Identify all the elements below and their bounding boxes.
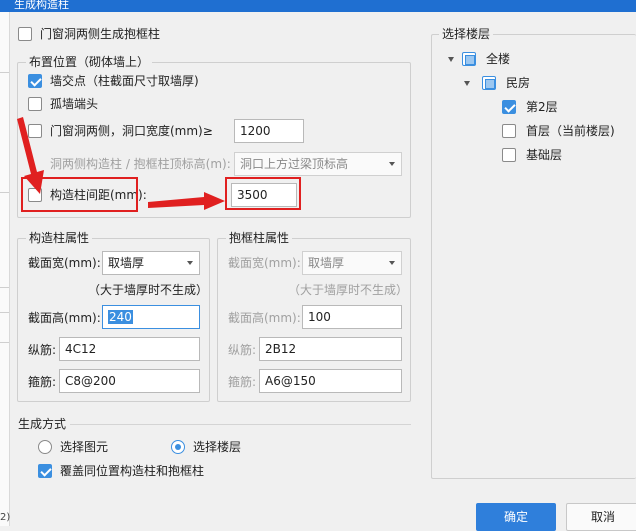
cancel-button[interactable]: 取消 <box>566 503 636 531</box>
wall-intersection-label: 墙交点（柱截面尺寸取墙厚) <box>50 74 199 88</box>
cc-section-height-label: 截面高(mm): <box>28 311 101 325</box>
tree-item-floor-2[interactable]: 第2层 <box>526 99 558 115</box>
mode-select-element-label: 选择图元 <box>60 440 109 454</box>
generation-title: 生成方式 <box>18 417 67 431</box>
chevron-down-icon <box>187 261 193 265</box>
cc-section-width-label: 截面宽(mm): <box>28 256 101 270</box>
annotation-highlight-box-spacing-value <box>225 177 301 210</box>
door-window-sides-label: 门窗洞两侧，洞口宽度(mm)≥ <box>50 124 213 138</box>
tree-item-residence[interactable]: 民房 <box>506 75 530 91</box>
fc-section-height-input[interactable]: 100 <box>302 305 402 329</box>
cc-section-width-value: 取墙厚 <box>108 256 145 270</box>
chevron-down-icon <box>389 162 395 166</box>
fc-section-width-label: 截面宽(mm): <box>228 256 301 270</box>
generation-divider <box>70 424 411 425</box>
construction-column-title: 构造柱属性 <box>26 231 93 245</box>
cc-section-width-select[interactable]: 取墙厚 <box>102 251 200 275</box>
strip-line <box>0 287 9 288</box>
frame-column-title: 抱框柱属性 <box>226 231 293 245</box>
top-elevation-value: 洞口上方过梁顶标高 <box>240 157 349 171</box>
cc-stirrup-input[interactable]: C8@200 <box>59 369 200 393</box>
floor-selection-title: 选择楼层 <box>439 27 494 41</box>
top-elevation-select[interactable]: 洞口上方过梁顶标高 <box>234 152 402 176</box>
tree-expand-icon[interactable] <box>448 57 454 62</box>
fc-long-rebar-input[interactable]: 2B12 <box>259 337 402 361</box>
mode-select-element-radio[interactable] <box>38 440 52 454</box>
overwrite-checkbox[interactable] <box>38 464 52 478</box>
fc-section-width-select[interactable]: 取墙厚 <box>302 251 402 275</box>
tree-checkbox-foundation[interactable] <box>502 148 516 162</box>
placement-group-title: 布置位置（砌体墙上） <box>26 55 153 69</box>
background-panel-strip: 2) <box>0 12 10 526</box>
dialog-titlebar[interactable]: 生成构造柱 <box>0 0 636 12</box>
cc-long-rebar-label: 纵筋: <box>28 343 57 357</box>
fc-section-height-label: 截面高(mm): <box>228 311 301 325</box>
cc-section-height-input[interactable]: 240 <box>102 305 200 329</box>
wall-intersection-checkbox[interactable] <box>28 74 42 88</box>
strip-line <box>0 342 9 343</box>
top-elevation-label: 洞两侧构造柱 / 抱框柱顶标高(m): <box>50 157 231 171</box>
fc-section-width-value: 取墙厚 <box>308 256 345 270</box>
mode-select-floor-radio[interactable] <box>171 440 185 454</box>
strip-line <box>0 312 9 313</box>
isolated-wall-end-label: 孤墙端头 <box>50 97 99 111</box>
strip-line <box>0 192 9 193</box>
door-window-frame-checkbox[interactable] <box>18 27 32 41</box>
tree-checkbox-residence[interactable] <box>482 76 496 90</box>
overwrite-label: 覆盖同位置构造柱和抱框柱 <box>60 464 205 478</box>
door-window-sides-checkbox[interactable] <box>28 124 42 138</box>
mode-select-floor-label: 选择楼层 <box>193 440 242 454</box>
tree-checkbox-floor-2[interactable] <box>502 100 516 114</box>
isolated-wall-end-checkbox[interactable] <box>28 97 42 111</box>
door-window-frame-label: 门窗洞两侧生成抱框柱 <box>40 27 161 41</box>
fc-note: （大于墙厚时不生成） <box>288 283 409 297</box>
cc-note: （大于墙厚时不生成） <box>88 283 209 297</box>
strip-tag: 2) <box>0 512 11 523</box>
tree-checkbox-ground-floor[interactable] <box>502 124 516 138</box>
tree-item-foundation[interactable]: 基础层 <box>526 147 562 163</box>
annotation-highlight-box-spacing-option <box>21 177 138 212</box>
fc-stirrup-label: 箍筋: <box>228 375 257 389</box>
tree-expand-icon[interactable] <box>464 81 470 86</box>
chevron-down-icon <box>389 261 395 265</box>
ok-button[interactable]: 确定 <box>476 503 556 531</box>
tree-item-ground-floor[interactable]: 首层（当前楼层) <box>526 123 615 139</box>
cc-section-height-value: 240 <box>108 310 133 324</box>
cc-long-rebar-input[interactable]: 4C12 <box>59 337 200 361</box>
opening-width-input[interactable]: 1200 <box>234 119 304 143</box>
cc-stirrup-label: 箍筋: <box>28 375 57 389</box>
fc-stirrup-input[interactable]: A6@150 <box>259 369 402 393</box>
strip-line <box>0 72 9 73</box>
dialog-title: 生成构造柱 <box>14 0 69 11</box>
tree-checkbox-all-floors[interactable] <box>462 52 476 66</box>
fc-long-rebar-label: 纵筋: <box>228 343 257 357</box>
tree-item-all-floors[interactable]: 全楼 <box>486 51 510 67</box>
